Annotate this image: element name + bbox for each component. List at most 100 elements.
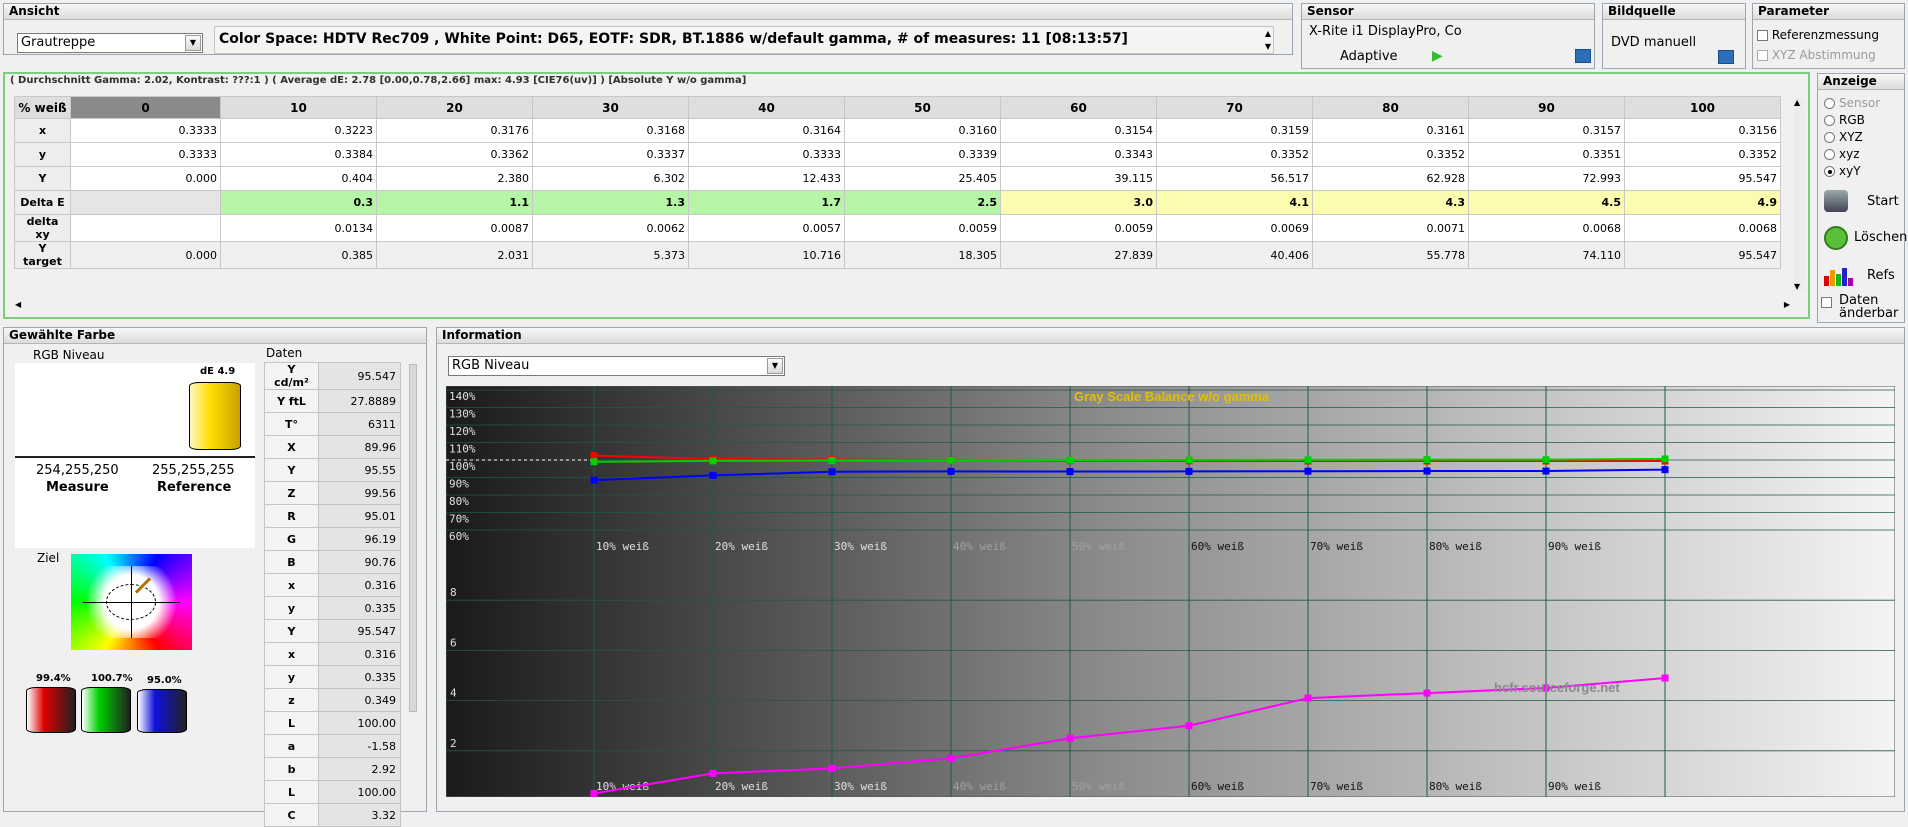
grid-cell[interactable]: 4.9	[1624, 190, 1781, 215]
grid-cell[interactable]: 0.0069	[1156, 214, 1313, 242]
grid-column-header[interactable]: 100	[1624, 96, 1781, 119]
radio-icon[interactable]	[1824, 132, 1835, 143]
grid-cell[interactable]: 0.3161	[1312, 118, 1469, 143]
loeschen-button[interactable]: Löschen	[1821, 222, 1907, 254]
scroll-down-icon[interactable]: ▼	[1265, 42, 1271, 51]
grid-cell[interactable]: 0.3160	[844, 118, 1001, 143]
radio-icon[interactable]	[1824, 98, 1835, 109]
daten-value[interactable]: 95.01	[318, 504, 401, 528]
grid-cell[interactable]: 0.0059	[844, 214, 1001, 242]
daten-value[interactable]: 95.547	[318, 362, 401, 390]
daten-value[interactable]: 0.335	[318, 665, 401, 689]
grid-cell[interactable]: 0.0062	[532, 214, 689, 242]
radio-icon[interactable]	[1824, 166, 1835, 177]
daten-value[interactable]: -1.58	[318, 734, 401, 758]
radio-icon[interactable]	[1824, 115, 1835, 126]
grid-cell[interactable]: 0.0059	[1000, 214, 1157, 242]
daten-value[interactable]: 3.32	[318, 803, 401, 827]
grid-cell[interactable]: 0.3168	[532, 118, 689, 143]
grid-column-header[interactable]: 0	[70, 96, 221, 119]
grid-cell[interactable]: 1.1	[376, 190, 533, 215]
grid-cell[interactable]: 0.3333	[688, 142, 845, 167]
grid-cell[interactable]: 0.3	[220, 190, 377, 215]
view-select[interactable]: Grautreppe ▼	[17, 33, 203, 53]
referenzmessung-checkbox[interactable]: Referenzmessung	[1757, 28, 1879, 42]
daten-value[interactable]: 0.335	[318, 596, 401, 620]
grid-cell[interactable]: 0.3154	[1000, 118, 1157, 143]
daten-value[interactable]: 2.92	[318, 757, 401, 781]
daten-value[interactable]: 90.76	[318, 550, 401, 574]
grid-cell[interactable]: 25.405	[844, 166, 1001, 191]
grid-cell[interactable]: 0.0071	[1312, 214, 1469, 242]
grid-cell[interactable]: 0.3156	[1624, 118, 1781, 143]
grid-cell[interactable]: 2.031	[376, 241, 533, 269]
grid-column-header[interactable]: 70	[1156, 96, 1313, 119]
anzeige-option[interactable]: RGB	[1824, 113, 1880, 130]
grid-cell[interactable]: 0.3339	[844, 142, 1001, 167]
checkbox-icon[interactable]	[1821, 297, 1832, 308]
grid-cell[interactable]: 0.3352	[1624, 142, 1781, 167]
chevron-down-icon[interactable]: ▼	[185, 35, 201, 51]
grid-cell[interactable]: 4.1	[1156, 190, 1313, 215]
edit-source-icon[interactable]	[1718, 50, 1734, 64]
daten-value[interactable]: 100.00	[318, 711, 401, 735]
grid-cell[interactable]: 0.3351	[1468, 142, 1625, 167]
grid-column-header[interactable]: 40	[688, 96, 845, 119]
scroll-up-icon[interactable]: ▲	[1265, 29, 1271, 38]
grid-column-header[interactable]: 10	[220, 96, 377, 119]
grid-cell[interactable]: 12.433	[688, 166, 845, 191]
grid-cell[interactable]: 4.5	[1468, 190, 1625, 215]
grid-cell[interactable]: 4.3	[1312, 190, 1469, 215]
grid-cell[interactable]: 0.0068	[1624, 214, 1781, 242]
daten-value[interactable]: 100.00	[318, 780, 401, 804]
anzeige-option[interactable]: XYZ	[1824, 130, 1880, 147]
daten-value[interactable]: 96.19	[318, 527, 401, 551]
grid-cell[interactable]	[70, 214, 221, 242]
grid-cell[interactable]: 18.305	[844, 241, 1001, 269]
info-select[interactable]: RGB Niveau ▼	[448, 356, 785, 376]
grid-cell[interactable]: 72.993	[1468, 166, 1625, 191]
grid-cell[interactable]: 0.3164	[688, 118, 845, 143]
grid-cell[interactable]: 0.3157	[1468, 118, 1625, 143]
chevron-down-icon[interactable]: ▼	[767, 358, 783, 374]
grid-cell[interactable]: 0.3384	[220, 142, 377, 167]
vertical-scrollbar[interactable]: ▲ ▼	[1793, 98, 1805, 291]
grid-cell[interactable]: 0.3362	[376, 142, 533, 167]
grid-cell[interactable]: 56.517	[1156, 166, 1313, 191]
radio-icon[interactable]	[1824, 149, 1835, 160]
grid-cell[interactable]: 40.406	[1156, 241, 1313, 269]
checkbox-icon[interactable]	[1757, 30, 1768, 41]
anzeige-option[interactable]: Sensor	[1824, 96, 1880, 113]
daten-value[interactable]: 27.8889	[318, 389, 401, 413]
grid-cell[interactable]: 6.302	[532, 166, 689, 191]
grid-cell[interactable]: 1.3	[532, 190, 689, 215]
play-icon[interactable]: ▶	[1432, 48, 1443, 64]
scroll-left-icon[interactable]: ◀	[15, 300, 21, 309]
grid-cell[interactable]: 2.380	[376, 166, 533, 191]
grid-cell[interactable]: 0.000	[70, 241, 221, 269]
grid-cell[interactable]: 0.3333	[70, 142, 221, 167]
daten-value[interactable]: 0.316	[318, 642, 401, 666]
scroll-up-icon[interactable]: ▲	[1794, 98, 1800, 107]
grid-cell[interactable]: 0.0068	[1468, 214, 1625, 242]
grid-cell[interactable]: 10.716	[688, 241, 845, 269]
grid-column-header[interactable]: 60	[1000, 96, 1157, 119]
grid-cell[interactable]: 0.0087	[376, 214, 533, 242]
grid-cell[interactable]: 95.547	[1624, 166, 1781, 191]
grid-column-header[interactable]: 80	[1312, 96, 1469, 119]
grid-cell[interactable]: 0.404	[220, 166, 377, 191]
grid-cell[interactable]: 95.547	[1624, 241, 1781, 269]
grid-column-header[interactable]: 90	[1468, 96, 1625, 119]
grid-cell[interactable]: 0.3159	[1156, 118, 1313, 143]
grid-cell[interactable]: 0.3343	[1000, 142, 1157, 167]
grid-column-header[interactable]: 50	[844, 96, 1001, 119]
scroll-down-icon[interactable]: ▼	[1794, 282, 1800, 291]
daten-value[interactable]: 6311	[318, 412, 401, 436]
horizontal-scrollbar[interactable]: ◀ ▶	[15, 300, 1790, 312]
daten-scrollbar[interactable]	[409, 364, 417, 712]
grid-column-header[interactable]: 30	[532, 96, 689, 119]
anzeige-option[interactable]: xyz	[1824, 147, 1880, 164]
refs-button[interactable]: Refs	[1821, 260, 1903, 292]
edit-sensor-icon[interactable]	[1575, 49, 1591, 63]
grid-cell[interactable]: 0.3176	[376, 118, 533, 143]
